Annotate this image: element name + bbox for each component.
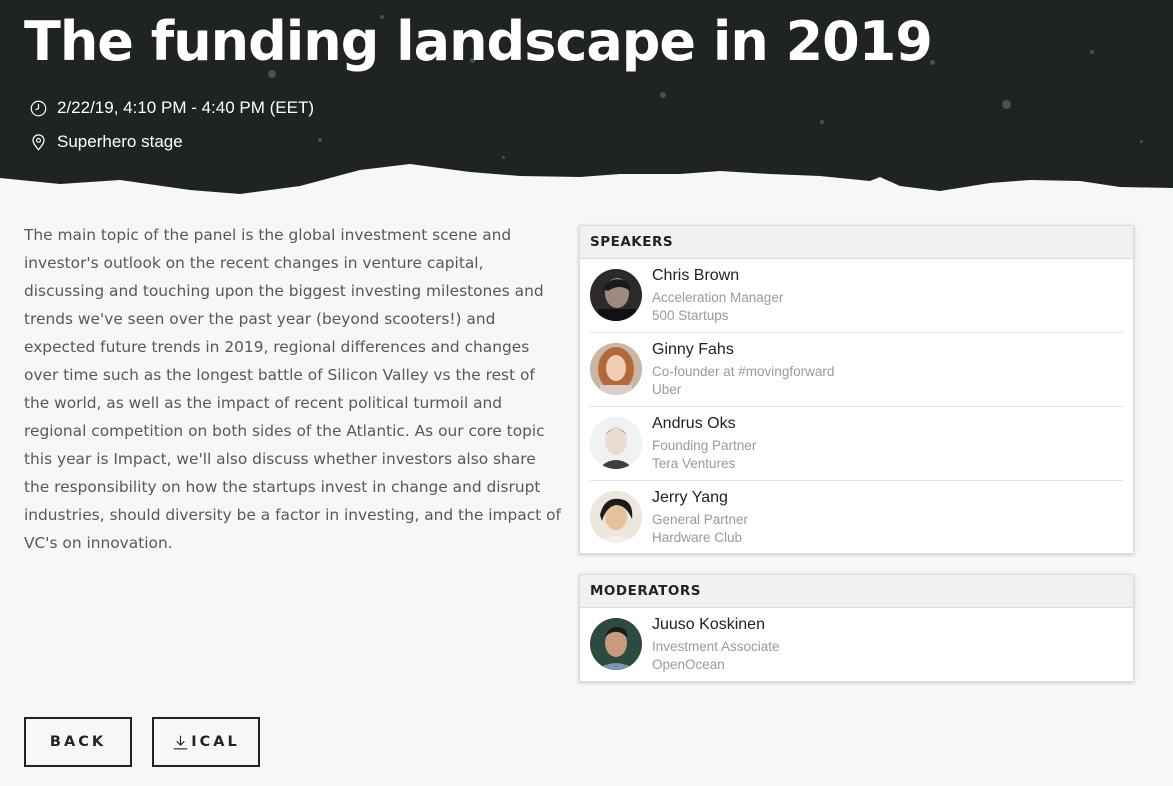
event-description: The main topic of the panel is the globa…: [24, 226, 561, 552]
speakers-heading: SPEAKERS: [580, 226, 1133, 259]
ical-download-button[interactable]: ICAL: [152, 717, 260, 767]
back-button[interactable]: BACK: [24, 717, 132, 767]
download-icon: [173, 735, 188, 749]
torn-edge-decoration: [0, 164, 1173, 200]
back-button-label: BACK: [49, 734, 107, 750]
ical-button-label: ICAL: [191, 734, 240, 750]
person-name: Andrus Oks: [652, 415, 736, 432]
person-role: Investment Associate: [652, 639, 780, 654]
avatar: [590, 417, 642, 469]
person-company: OpenOcean: [652, 657, 725, 672]
event-hero: The funding landscape in 2019 2/22/19, 4…: [0, 0, 1173, 200]
speaker-card[interactable]: Ginny Fahs Co-founder at #movingforward …: [590, 333, 1123, 407]
person-company: Uber: [652, 382, 682, 397]
event-location-row: Superhero stage: [30, 132, 183, 152]
person-company: 500 Startups: [652, 308, 729, 323]
person-role: General Partner: [652, 512, 749, 527]
person-role: Founding Partner: [652, 438, 757, 453]
moderators-heading: MODERATORS: [580, 575, 1133, 608]
avatar: [590, 343, 642, 395]
avatar: [590, 491, 642, 543]
avatar: [590, 618, 642, 670]
speakers-panel: SPEAKERS Chris Brown Acceleration Manage…: [579, 225, 1134, 554]
event-time-row: 2/22/19, 4:10 PM - 4:40 PM (EET): [30, 98, 314, 118]
speaker-card[interactable]: Chris Brown Acceleration Manager 500 Sta…: [590, 259, 1123, 333]
person-name: Chris Brown: [652, 267, 740, 284]
person-name: Ginny Fahs: [652, 341, 734, 358]
moderators-panel: MODERATORS Juuso Koskinen Investment Ass…: [579, 574, 1134, 682]
avatar: [590, 269, 642, 321]
person-name: Jerry Yang: [652, 489, 728, 506]
person-role: Acceleration Manager: [652, 290, 784, 305]
person-company: Hardware Club: [652, 530, 743, 545]
speaker-card[interactable]: Andrus Oks Founding Partner Tera Venture…: [590, 407, 1123, 481]
event-location: Superhero stage: [57, 132, 183, 151]
person-role: Co-founder at #movingforward: [652, 364, 835, 379]
event-title: The funding landscape in 2019: [24, 10, 933, 73]
location-pin-icon: [32, 133, 45, 151]
event-time: 2/22/19, 4:10 PM - 4:40 PM (EET): [57, 98, 315, 117]
person-company: Tera Ventures: [652, 456, 736, 471]
speaker-card[interactable]: Jerry Yang General Partner Hardware Club: [590, 481, 1123, 555]
person-name: Juuso Koskinen: [652, 616, 765, 633]
moderator-card[interactable]: Juuso Koskinen Investment Associate Open…: [590, 608, 1123, 682]
clock-icon: [30, 100, 47, 116]
